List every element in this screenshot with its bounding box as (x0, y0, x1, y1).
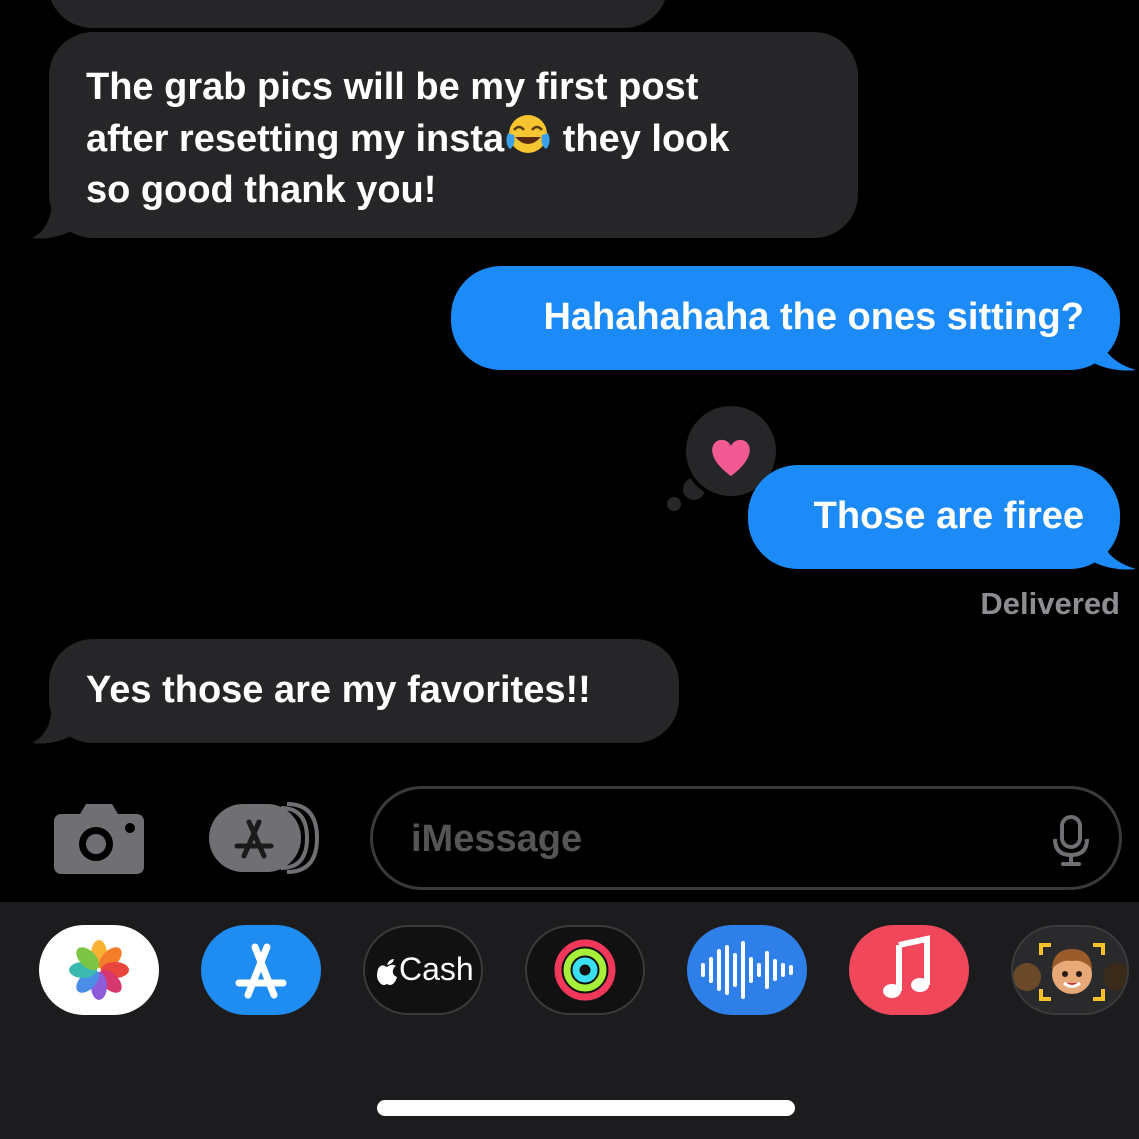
music-note-icon (883, 935, 930, 998)
memoji-app-button[interactable] (1011, 925, 1129, 1015)
audio-message-app-button[interactable] (687, 925, 807, 1015)
waveform-icon (701, 941, 793, 999)
message-text: Yes those are my favorites!! (86, 669, 591, 711)
imessage-input[interactable]: iMessage (370, 786, 1122, 890)
apple-cash-label: Cash (399, 951, 474, 987)
message-text-line: so good thank you! (86, 169, 437, 211)
face-with-tears-of-joy-icon (504, 113, 552, 157)
app-store-icon (235, 943, 287, 999)
message-text-line: after resetting my insta (86, 118, 505, 160)
microphone-icon[interactable] (1051, 815, 1091, 867)
sent-message-bubble[interactable]: Those are firee (748, 465, 1120, 569)
app-store-app-button[interactable] (201, 925, 321, 1015)
imessage-placeholder: iMessage (411, 818, 583, 860)
tapback-tail-dot (667, 497, 681, 511)
photos-app-button[interactable] (39, 925, 159, 1015)
apple-cash-icon (377, 959, 397, 985)
activity-rings-icon (554, 939, 616, 1001)
home-indicator[interactable] (377, 1100, 795, 1116)
memoji-icon (1013, 943, 1127, 1001)
apps-button[interactable] (207, 800, 321, 876)
received-message-bubble[interactable]: Yes those are my favorites!! (49, 639, 679, 743)
app-store-icon (209, 802, 320, 874)
message-text: Hahahahaha the ones sitting? (543, 296, 1084, 338)
message-text-line: The grab pics will be my first post (86, 66, 699, 108)
received-message-bubble[interactable]: The grab pics will be my first post afte… (49, 32, 858, 238)
delivered-status: Delivered (980, 586, 1120, 621)
message-text-line: they look (552, 118, 730, 160)
camera-button[interactable] (52, 800, 146, 876)
message-text: Those are firee (813, 495, 1084, 537)
camera-icon (54, 804, 144, 874)
apple-cash-app-button[interactable]: Cash (363, 925, 483, 1015)
photos-icon (69, 940, 129, 1000)
music-app-button[interactable] (849, 925, 969, 1015)
previous-message-bubble[interactable] (48, 0, 668, 28)
fitness-app-button[interactable] (525, 925, 645, 1015)
sent-message-bubble[interactable]: Hahahahaha the ones sitting? (451, 266, 1120, 370)
